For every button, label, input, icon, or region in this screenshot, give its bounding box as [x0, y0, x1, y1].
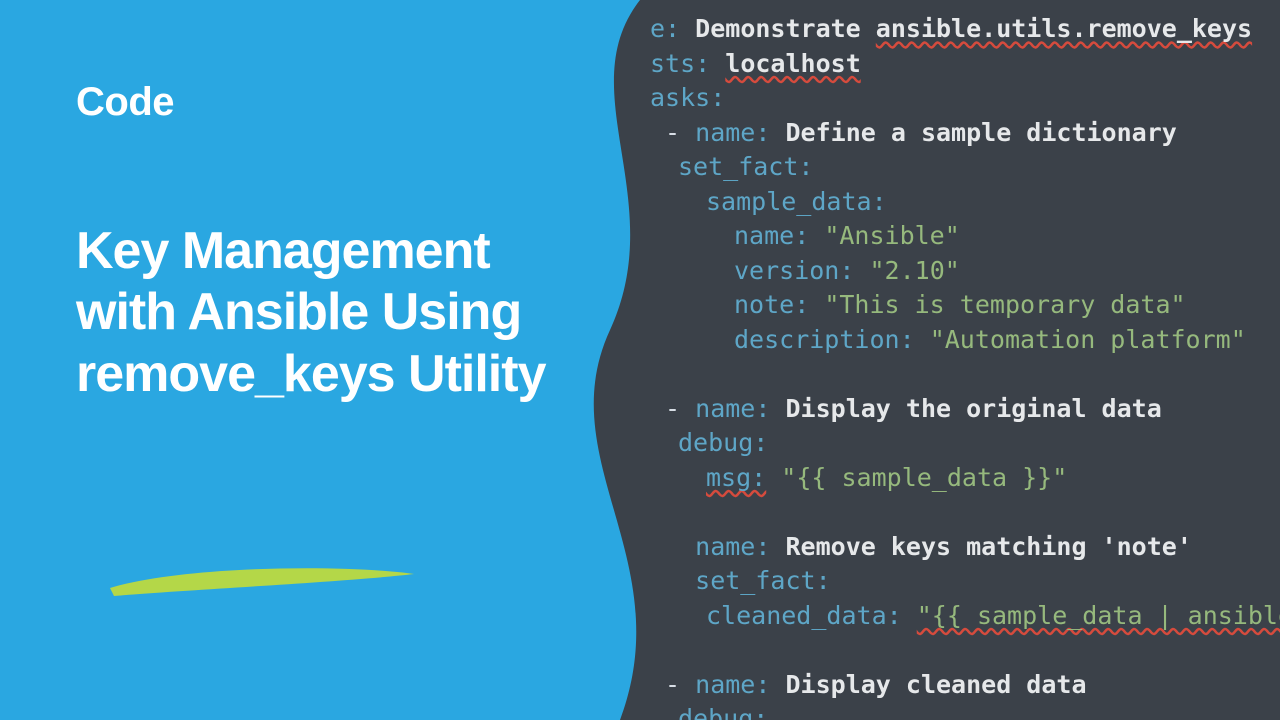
yaml-key: description: — [734, 325, 915, 354]
yaml-text: Display cleaned data — [785, 670, 1086, 699]
yaml-text-spellcheck: localhost — [725, 49, 860, 78]
yaml-string: "This is temporary data" — [824, 290, 1185, 319]
yaml-string: "Automation platform" — [930, 325, 1246, 354]
yaml-text: Demonstrate — [695, 14, 876, 43]
left-panel: Code Key Management with Ansible Using r… — [0, 0, 640, 720]
yaml-string: "{{ sample_data }}" — [781, 463, 1067, 492]
slide-title: Key Management with Ansible Using remove… — [76, 221, 580, 405]
yaml-text: Define a sample dictionary — [785, 118, 1176, 147]
title-line-2: with Ansible Using — [76, 283, 521, 341]
yaml-string: "Ansible" — [824, 221, 959, 250]
yaml-key-spellcheck: msg: — [706, 463, 766, 492]
yaml-text: Remove keys matching 'note' — [785, 532, 1191, 561]
yaml-key: name: — [695, 670, 770, 699]
yaml-key: version: — [734, 256, 854, 285]
category-label: Code — [76, 80, 580, 125]
slide-root: Code Key Management with Ansible Using r… — [0, 0, 1280, 720]
yaml-string: "2.10" — [869, 256, 959, 285]
yaml-key: note: — [734, 290, 809, 319]
title-line-3: remove_keys Utility — [76, 345, 546, 403]
yaml-text: Display the original data — [785, 394, 1161, 423]
title-line-1: Key Management — [76, 222, 490, 280]
yaml-key: asks: — [650, 83, 725, 112]
yaml-key: name: — [734, 221, 809, 250]
yaml-key: name: — [695, 118, 770, 147]
yaml-key: cleaned_data: — [706, 601, 902, 630]
yaml-key: sample_data: — [706, 187, 887, 216]
code-panel: e: Demonstrate ansible.utils.remove_keys… — [560, 0, 1280, 720]
yaml-key: debug: — [678, 428, 768, 457]
yaml-key: sts: — [650, 49, 710, 78]
yaml-key: name: — [695, 532, 770, 561]
yaml-key: set_fact: — [678, 152, 813, 181]
yaml-text-spellcheck: ansible.utils.remove_keys — [876, 14, 1252, 43]
yaml-key: e: — [650, 14, 680, 43]
yaml-key: debug: — [678, 704, 768, 720]
yaml-key: name: — [695, 394, 770, 423]
yaml-string-spellcheck: "{{ sample_data | ansible — [917, 601, 1280, 630]
underline-swoosh-icon — [102, 560, 422, 600]
yaml-key: set_fact: — [695, 566, 830, 595]
